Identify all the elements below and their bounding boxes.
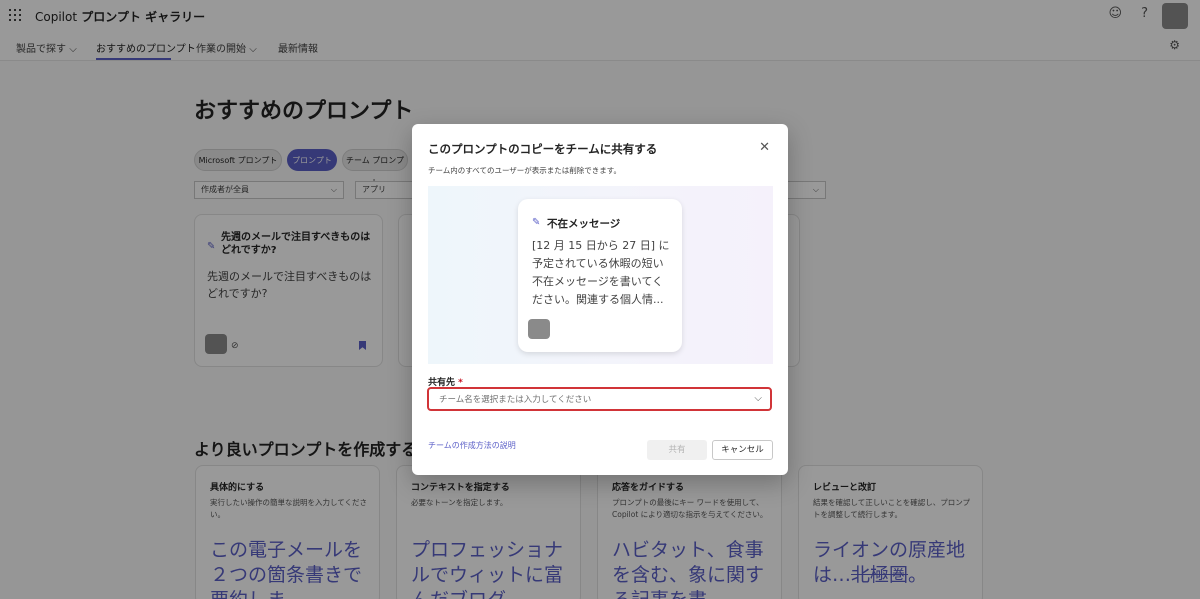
close-icon[interactable]: ✕ — [759, 141, 770, 155]
preview-card-title: 不在メッセージ — [547, 218, 621, 230]
prompt-preview: ✎ 不在メッセージ [12 月 15 日から 27 日] に予定されている休暇の… — [428, 186, 773, 364]
preview-card-body: [12 月 15 日から 27 日] に予定されている休暇の短い不在メッセージを… — [532, 239, 670, 306]
cancel-button[interactable]: キャンセル — [712, 440, 773, 460]
share-dialog: このプロンプトのコピーをチームに共有する ✕ チーム内のすべてのユーザーが表示ま… — [412, 124, 788, 475]
dialog-title: このプロンプトのコピーをチームに共有する — [428, 142, 658, 156]
team-combobox[interactable]: ⌵ — [427, 387, 772, 411]
team-search-input[interactable] — [439, 392, 739, 408]
share-button[interactable]: 共有 — [647, 440, 707, 460]
dialog-subtitle: チーム内のすべてのユーザーが表示または削除できます。 — [428, 166, 622, 175]
author-avatar — [528, 319, 550, 339]
preview-card: ✎ 不在メッセージ [12 月 15 日から 27 日] に予定されている休暇の… — [518, 199, 682, 352]
chevron-down-icon[interactable]: ⌵ — [754, 393, 762, 404]
pen-icon: ✎ — [532, 217, 541, 228]
how-to-create-team-link[interactable]: チームの作成方法の説明 — [428, 440, 516, 451]
